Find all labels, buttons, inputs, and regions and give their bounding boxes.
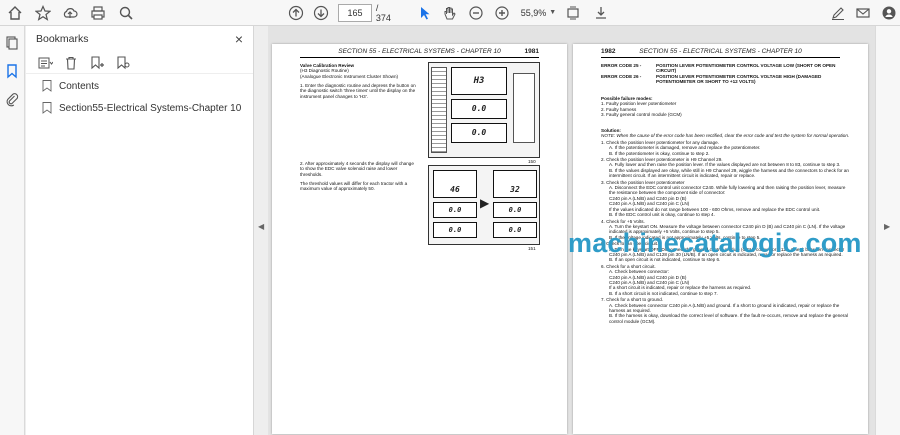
heading-h3: (H3 Diagnostic Routine)	[300, 68, 349, 74]
failure-modes: Possible failure modes: 1. Faulty positi…	[601, 96, 851, 118]
right-scroll-strip[interactable]: ▶	[875, 26, 900, 435]
page-up-icon[interactable]	[285, 2, 307, 24]
bookmark-item-section55[interactable]: Section55-Electrical Systems-Chapter 10	[26, 98, 253, 118]
solution: Solution: NOTE: When the cause of the er…	[601, 128, 851, 324]
pages-icon[interactable]	[1, 32, 23, 54]
step-2b-text: The threshold values will differ for eac…	[300, 181, 408, 192]
step-2-text: 2. After approximately 4 seconds the dis…	[300, 161, 414, 177]
zoom-select[interactable]: 55,9% ▼	[521, 8, 556, 18]
account-icon[interactable]	[878, 2, 900, 24]
home-icon[interactable]	[4, 2, 26, 24]
zoom-out-icon[interactable]	[465, 2, 487, 24]
bookmarks-panel: Bookmarks × Contents Section55-Electrica…	[26, 26, 254, 435]
toolbar: 165 / 374 55,9% ▼	[0, 0, 900, 26]
arrow-right-icon: ▶	[480, 196, 490, 210]
bookmark-label: Contents	[59, 80, 100, 92]
hand-icon[interactable]	[439, 2, 461, 24]
display-speed: 0.0	[493, 222, 537, 238]
bookmark-icon[interactable]	[1, 60, 23, 82]
chevron-down-icon: ▼	[549, 9, 557, 16]
star-icon[interactable]	[32, 2, 54, 24]
display-rpm: 0.0	[433, 202, 477, 218]
solution-note: NOTE: When the cause of the error code h…	[601, 133, 850, 139]
print-icon[interactable]	[87, 2, 109, 24]
instrument-cluster-figure-150: H3 0.0 0.0	[428, 62, 540, 158]
solution-title: Solution:	[601, 128, 621, 133]
failure-mode: 3. Faulty general control module (GCM)	[601, 112, 682, 118]
solution-step: A. Disconnect the EDC control unit conne…	[609, 185, 846, 196]
page-1981: SECTION 55 - ELECTRICAL SYSTEMS - CHAPTE…	[272, 44, 567, 434]
list-options-icon[interactable]	[34, 52, 56, 74]
figure-number-150: 150	[528, 159, 536, 164]
display-46: 46	[433, 170, 477, 198]
page-number: 1981	[524, 48, 539, 55]
page-down-icon[interactable]	[311, 2, 333, 24]
bookmark-item-contents[interactable]: Contents	[26, 76, 253, 96]
zoom-in-icon[interactable]	[491, 2, 513, 24]
expand-right-icon[interactable]: ▶	[884, 222, 890, 231]
error-code-25: ERROR CODE 25 -	[601, 63, 642, 68]
attachment-icon[interactable]	[1, 88, 23, 110]
page-header: 1982 SECTION 55 - ELECTRICAL SYSTEMS - C…	[601, 48, 840, 58]
watermark: machinecatalogic.com	[568, 228, 862, 258]
error-code-26: ERROR CODE 26 -	[601, 73, 642, 79]
page-header: SECTION 55 - ELECTRICAL SYSTEMS - CHAPTE…	[300, 48, 539, 58]
panel-collapse-strip[interactable]: ◀	[254, 26, 268, 435]
zoom-value: 55,9%	[520, 7, 547, 18]
display-speed: 0.0	[451, 123, 507, 143]
bookmark-icon	[42, 102, 52, 114]
find-bookmark-icon[interactable]	[112, 52, 134, 74]
gauge-scale	[431, 67, 447, 153]
heading-analogue: (Analogue Electronic Instrument Cluster …	[300, 73, 399, 79]
step-1-text: 1. Enter the diagnostic routine and depr…	[300, 83, 416, 99]
upload-icon[interactable]	[60, 2, 82, 24]
heading-valve-calibration: Valve Calibration Review	[300, 63, 355, 68]
collapse-left-icon[interactable]: ◀	[258, 222, 264, 231]
page-header-title: SECTION 55 - ELECTRICAL SYSTEMS - CHAPTE…	[338, 48, 501, 55]
error-code-26-text: POSITION LEVER POTENTIOMETER CONTROL VOL…	[656, 73, 822, 85]
fit-page-icon[interactable]	[562, 2, 584, 24]
bookmarks-title: Bookmarks	[36, 33, 89, 45]
page-header-title: SECTION 55 - ELECTRICAL SYSTEMS - CHAPTE…	[639, 48, 802, 55]
failure-modes-title: Possible failure modes:	[601, 96, 653, 101]
solution-step: B. If a short circuit is not indicated, …	[609, 290, 718, 296]
solution-step: B. If the potentiometer is okay, continu…	[609, 150, 710, 156]
add-bookmark-icon[interactable]	[86, 52, 108, 74]
error-code-25-text: POSITION LEVER POTENTIOMETER CONTROL VOL…	[656, 63, 836, 74]
document-view[interactable]: SECTION 55 - ELECTRICAL SYSTEMS - CHAPTE…	[268, 26, 875, 435]
search-icon[interactable]	[115, 2, 137, 24]
display-speed: 0.0	[433, 222, 477, 238]
warning-lamp-panel	[513, 73, 535, 143]
bookmark-label: Section55-Electrical Systems-Chapter 10	[59, 102, 242, 114]
page-number-input[interactable]: 165	[338, 3, 372, 22]
display-rpm: 0.0	[493, 202, 537, 218]
solution-step: A. Check between connector C240 pin A (L…	[609, 302, 840, 313]
solution-step: B. If the values displayed are okay, whi…	[609, 167, 849, 179]
page-total: / 374	[375, 2, 391, 23]
mail-icon[interactable]	[852, 2, 874, 24]
close-icon[interactable]: ×	[235, 31, 243, 47]
display-h3: H3	[451, 67, 507, 95]
pdf-viewer: 165 / 374 55,9% ▼ Bookmarks × Contents S…	[0, 0, 900, 435]
save-icon[interactable]	[590, 2, 612, 24]
delete-icon[interactable]	[60, 52, 82, 74]
display-32: 32	[493, 170, 537, 198]
solution-step: B. If the EDC control unit is okay, cont…	[609, 212, 715, 218]
error-codes: ERROR CODE 25 - POSITION LEVER POTENTIOME…	[601, 63, 851, 85]
navigation-rail	[0, 26, 25, 435]
figure-number-151: 151	[528, 246, 536, 251]
solution-step: B. If the harness is okay, download the …	[609, 313, 848, 324]
section-heading: Valve Calibration Review (H3 Diagnostic …	[300, 63, 420, 79]
display-rpm: 0.0	[451, 99, 507, 119]
sign-icon[interactable]	[827, 2, 849, 24]
bookmark-icon	[42, 80, 52, 92]
instrument-cluster-figure-151: 46 0.0 0.0 ▶ 32 0.0 0.0	[428, 165, 540, 245]
select-cursor-icon[interactable]	[414, 2, 436, 24]
